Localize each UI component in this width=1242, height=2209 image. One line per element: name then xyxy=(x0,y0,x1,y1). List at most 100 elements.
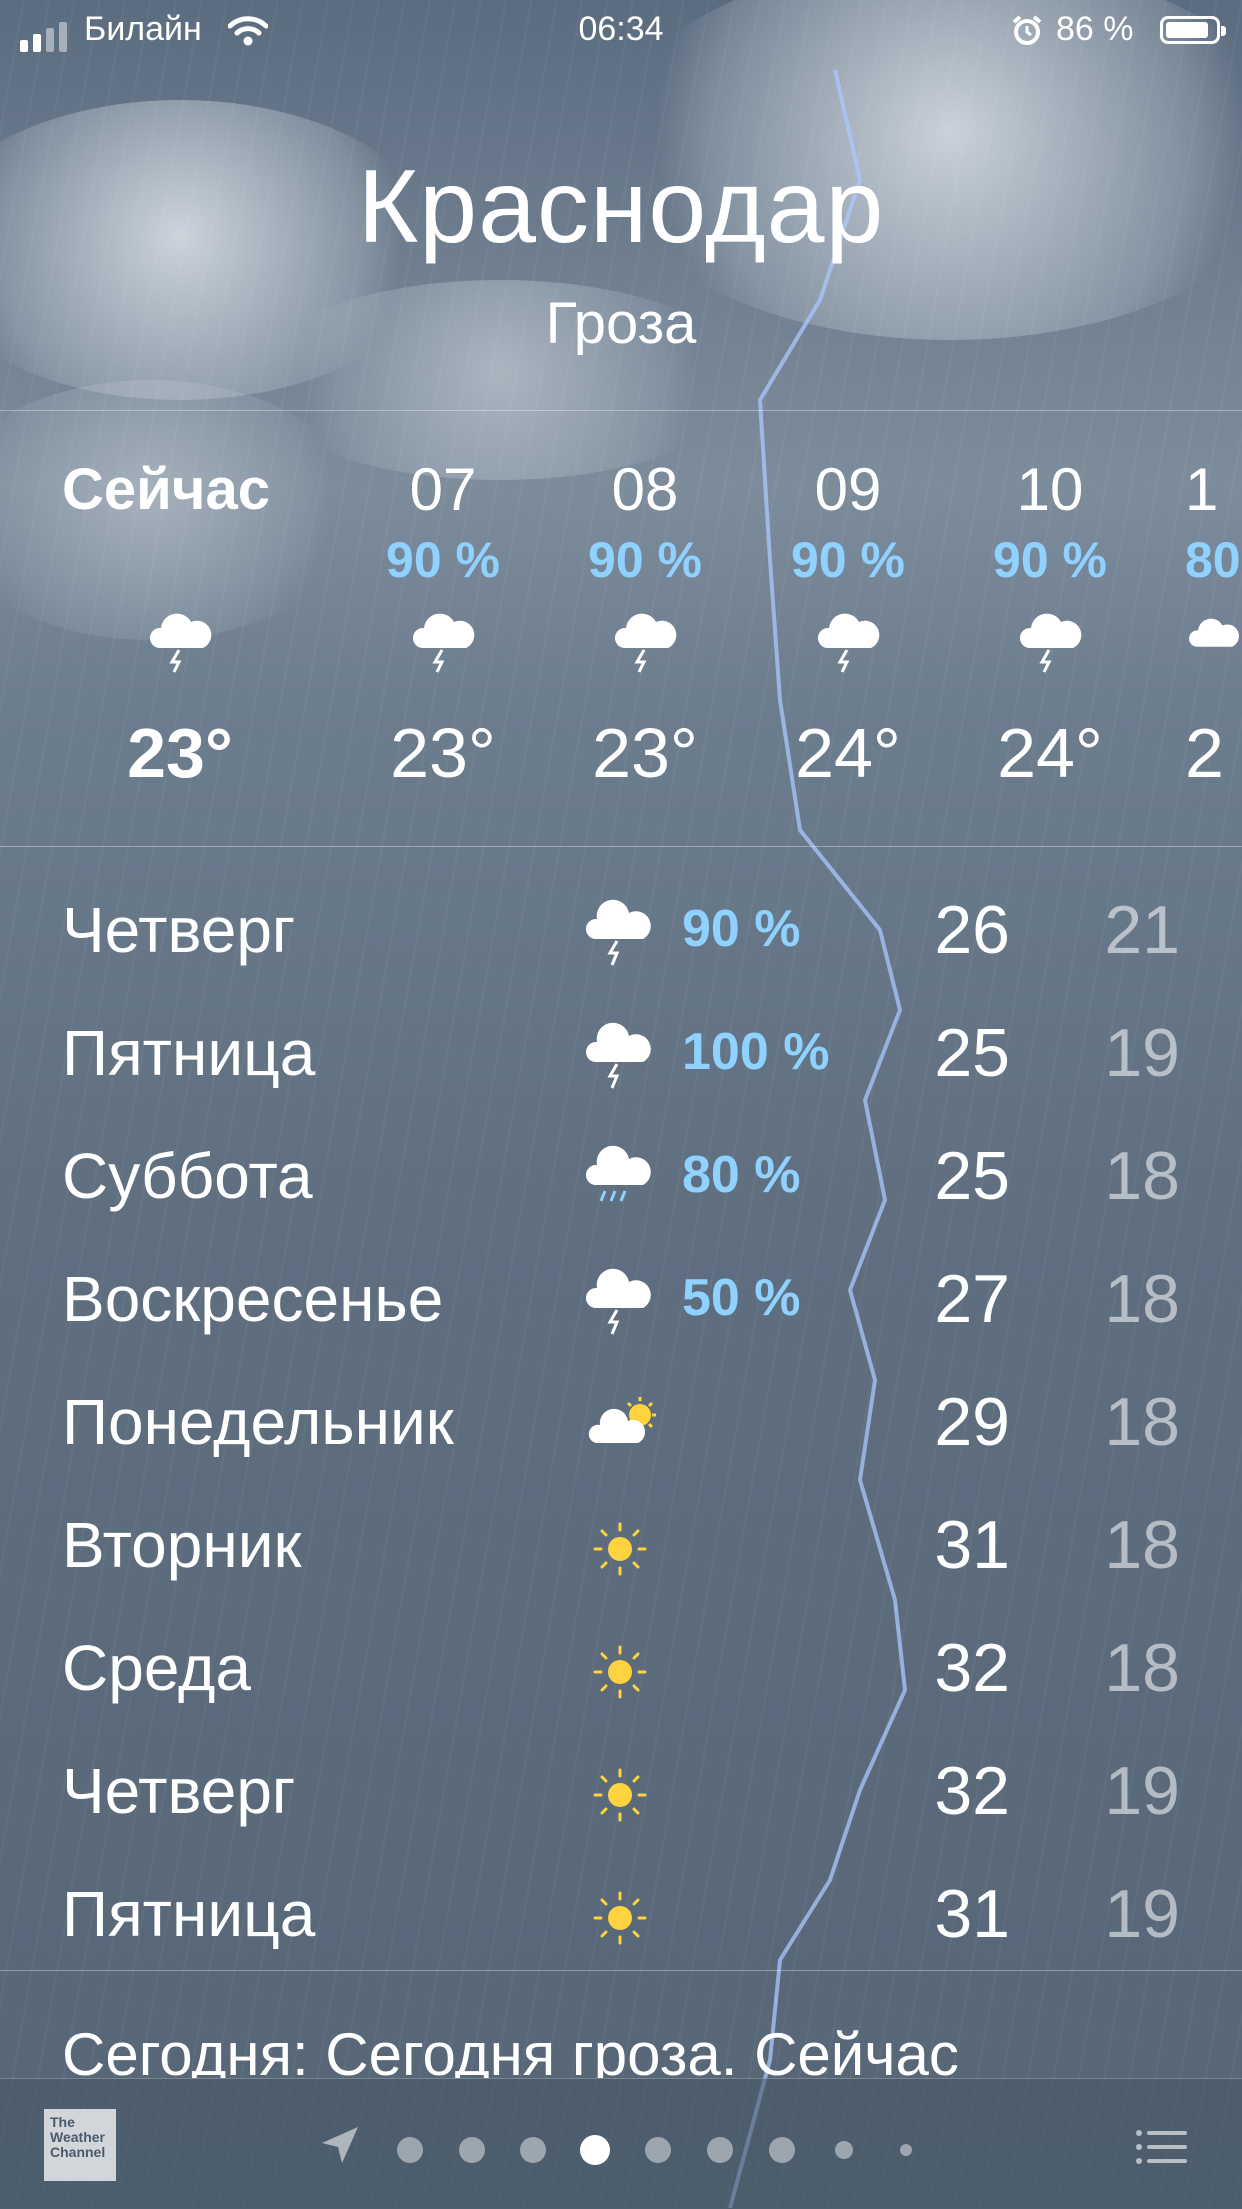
day-low: 19 xyxy=(1104,1876,1180,1952)
hour-temp: 2 xyxy=(1185,714,1224,792)
page-dot[interactable] xyxy=(520,2137,546,2163)
hour-temp: 24° xyxy=(997,714,1103,792)
divider xyxy=(0,846,1242,847)
day-high: 25 xyxy=(934,1015,1010,1091)
page-dot[interactable] xyxy=(645,2137,671,2163)
hourly-forecast[interactable]: Сейчас 23° 07 90 % 23° 08 90 % 23° 09 90… xyxy=(0,410,1242,830)
daily-row: Воскресенье 50 % 27 18 xyxy=(0,1244,1242,1367)
day-precip: 80 % xyxy=(682,1146,801,1204)
hourly-item: 10 90 % 24° xyxy=(950,450,1150,798)
day-high: 31 xyxy=(934,1507,1010,1583)
thunderstorm-icon xyxy=(585,1022,651,1089)
day-name: Среда xyxy=(62,1632,251,1704)
list-icon[interactable] xyxy=(1135,2127,1189,2167)
divider xyxy=(0,1970,1242,1971)
hour-precip: 90 % xyxy=(588,532,702,588)
sun-icon xyxy=(593,1645,647,1699)
weather-channel-logo[interactable]: The Weather Channel xyxy=(44,2109,116,2181)
sun-icon xyxy=(593,1891,647,1945)
day-name: Вторник xyxy=(62,1509,302,1581)
location-arrow-icon[interactable] xyxy=(318,2123,362,2167)
daily-row: Понедельник 29 18 xyxy=(0,1367,1242,1490)
day-low: 18 xyxy=(1104,1507,1180,1583)
day-precip: 100 % xyxy=(682,1023,830,1081)
day-low: 18 xyxy=(1104,1261,1180,1337)
city-name: Краснодар xyxy=(357,149,885,265)
daily-row: Четверг 32 19 xyxy=(0,1736,1242,1859)
day-precip: 50 % xyxy=(682,1269,801,1327)
sun-icon xyxy=(593,1522,647,1576)
day-name: Воскресенье xyxy=(62,1263,444,1335)
thunderstorm-icon xyxy=(545,596,745,686)
page-dot[interactable] xyxy=(769,2137,795,2163)
day-high: 26 xyxy=(934,892,1010,968)
hour-precip: 90 % xyxy=(386,532,500,588)
thunderstorm-icon xyxy=(585,1268,651,1335)
day-low: 18 xyxy=(1104,1138,1180,1214)
status-bar: Билайн 06:34 86 % xyxy=(0,0,1242,62)
hour-label: 08 xyxy=(611,456,679,523)
day-low: 18 xyxy=(1104,1630,1180,1706)
hour-precip xyxy=(80,530,280,590)
day-low: 21 xyxy=(1104,892,1180,968)
page-dot[interactable] xyxy=(459,2137,485,2163)
day-low: 18 xyxy=(1104,1384,1180,1460)
daily-row: Четверг 90 % 26 21 xyxy=(0,875,1242,998)
daily-row: Суббота 80 % 25 18 xyxy=(0,1121,1242,1244)
hourly-item: 08 90 % 23° xyxy=(545,450,745,798)
day-name: Пятница xyxy=(62,1878,316,1950)
battery-icon xyxy=(1160,16,1226,44)
page-dot[interactable] xyxy=(707,2137,733,2163)
today-summary: Сегодня: Сегодня гроза. Сейчас xyxy=(62,2021,959,2078)
hour-temp: 23° xyxy=(592,714,698,792)
hourly-item: 09 90 % 24° xyxy=(748,450,948,798)
sun-icon xyxy=(593,1768,647,1822)
hour-label: 1 xyxy=(1185,456,1219,523)
day-name: Пятница xyxy=(62,1017,316,1089)
day-high: 31 xyxy=(934,1876,1010,1952)
hour-label: 10 xyxy=(1016,456,1084,523)
day-high: 32 xyxy=(934,1753,1010,1829)
thunderstorm-icon xyxy=(950,596,1150,686)
hour-label: Сейчас xyxy=(62,457,270,522)
page-dot[interactable] xyxy=(397,2137,423,2163)
day-high: 32 xyxy=(934,1630,1010,1706)
day-low: 19 xyxy=(1104,1015,1180,1091)
daily-row: Пятница 100 % 25 19 xyxy=(0,998,1242,1121)
hour-label: 09 xyxy=(814,456,882,523)
thunderstorm-icon xyxy=(80,596,280,686)
thunderstorm-icon xyxy=(343,596,543,686)
day-name: Суббота xyxy=(62,1140,313,1212)
daily-row: Среда 32 18 xyxy=(0,1613,1242,1736)
page-dot[interactable] xyxy=(900,2144,912,2156)
thunderstorm-icon xyxy=(1185,596,1242,686)
day-name: Четверг xyxy=(62,1755,296,1827)
thunderstorm-icon xyxy=(585,899,651,966)
day-high: 27 xyxy=(934,1261,1010,1337)
page-dot[interactable] xyxy=(835,2141,853,2159)
day-low: 19 xyxy=(1104,1753,1180,1829)
current-condition: Гроза xyxy=(545,291,697,356)
hour-temp: 24° xyxy=(795,714,901,792)
bottom-toolbar: The Weather Channel xyxy=(0,2078,1242,2209)
daily-row: Вторник 31 18 xyxy=(0,1490,1242,1613)
rain-icon xyxy=(585,1145,651,1202)
hourly-item: 1 80 2 xyxy=(1185,450,1242,798)
hour-precip: 90 % xyxy=(791,532,905,588)
battery-percentage: 86 % xyxy=(1056,10,1134,48)
hour-precip: 80 xyxy=(1185,532,1241,588)
daily-row: Пятница 31 19 xyxy=(0,1859,1242,1982)
alarm-icon xyxy=(1012,15,1042,45)
day-name: Понедельник xyxy=(62,1386,454,1458)
hour-temp: 23° xyxy=(390,714,496,792)
hour-label: 07 xyxy=(409,456,477,523)
hour-precip: 90 % xyxy=(993,532,1107,588)
day-high: 25 xyxy=(934,1138,1010,1214)
hourly-item: 07 90 % 23° xyxy=(343,450,543,798)
day-high: 29 xyxy=(934,1384,1010,1460)
hour-temp: 23° xyxy=(127,714,233,792)
page-dot-active[interactable] xyxy=(580,2135,610,2165)
day-name: Четверг xyxy=(62,894,296,966)
daily-forecast: Четверг 90 % 26 21 Пятница 100 % 25 19 С… xyxy=(0,875,1242,1982)
thunderstorm-icon xyxy=(748,596,948,686)
